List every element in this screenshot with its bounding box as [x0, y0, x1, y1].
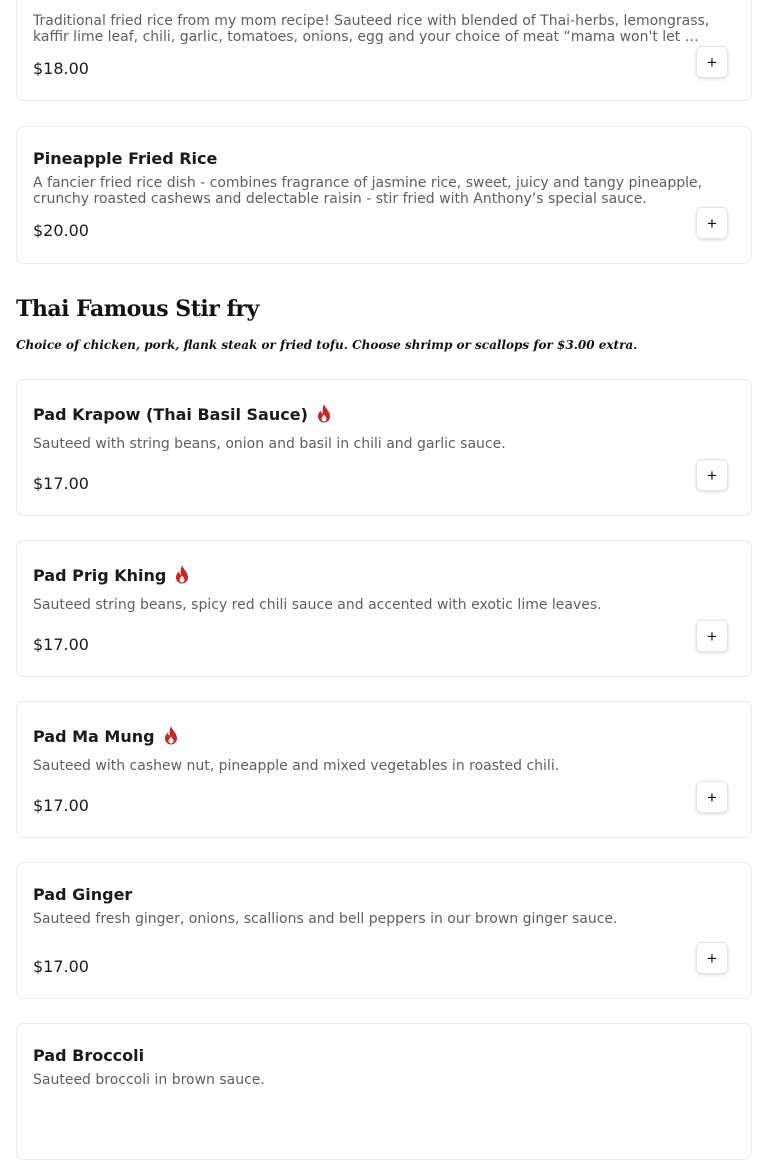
item-name-text: Pad Krapow (Thai Basil Sauce) — [33, 404, 308, 424]
item-name-text: Pineapple Fried Rice — [33, 149, 218, 168]
flame-icon — [163, 726, 179, 746]
item-description: A fancier fried rice dish - combines fra… — [33, 175, 703, 207]
item-name-text: Pad Ginger — [33, 885, 133, 904]
item-price: $18.00 — [33, 59, 89, 78]
item-price: $17.00 — [33, 796, 89, 815]
add-to-cart-button[interactable]: + — [696, 459, 728, 491]
flame-icon — [174, 565, 190, 585]
flame-icon — [316, 404, 332, 424]
plus-icon: + — [707, 52, 717, 72]
item-description: Sauteed with string beans, onion and bas… — [33, 436, 506, 452]
item-price: $17.00 — [33, 474, 89, 493]
add-to-cart-button[interactable]: + — [696, 207, 728, 239]
plus-icon: + — [707, 787, 717, 807]
add-to-cart-button[interactable]: + — [696, 46, 728, 78]
item-price: $17.00 — [33, 635, 89, 654]
menu-item-card[interactable]: Pad Ginger Sauteed fresh ginger, onions,… — [16, 862, 752, 999]
menu-item-card[interactable]: Pad Ma Mung Sauteed with cashew nut, pin… — [16, 701, 752, 838]
item-description: Sauteed with cashew nut, pineapple and m… — [33, 758, 560, 774]
item-price: $20.00 — [33, 221, 89, 240]
plus-icon: + — [707, 948, 717, 968]
plus-icon: + — [707, 626, 717, 646]
item-name: Pad Prig Khing — [33, 565, 190, 585]
section-title: Thai Famous Stir fry — [16, 296, 259, 322]
item-name: Pineapple Fried Rice — [33, 149, 217, 168]
plus-icon: + — [707, 465, 717, 485]
item-price: $17.00 — [33, 957, 89, 976]
item-name: Pad Ginger — [33, 885, 132, 904]
menu-item-card[interactable]: Pad Krapow (Thai Basil Sauce) Sauteed wi… — [16, 379, 752, 516]
item-name: Pad Ma Mung — [33, 726, 179, 746]
item-description: Sauteed string beans, spicy red chili sa… — [33, 597, 602, 613]
item-name-text: Pad Ma Mung — [33, 726, 155, 746]
menu-item-card[interactable]: Pad Prig Khing Sauteed string beans, spi… — [16, 540, 752, 677]
plus-icon: + — [707, 213, 717, 233]
item-name-text: Pad Prig Khing — [33, 565, 167, 585]
item-name-text: Pad Broccoli — [33, 1046, 145, 1065]
add-to-cart-button[interactable]: + — [696, 942, 728, 974]
add-to-cart-button[interactable]: + — [696, 781, 728, 813]
item-description: Sauteed broccoli in brown sauce. — [33, 1072, 265, 1088]
section-subtitle: Choice of chicken, pork, flank steak or … — [16, 338, 638, 352]
item-name: Pad Broccoli — [33, 1046, 144, 1065]
add-to-cart-button[interactable]: + — [696, 620, 728, 652]
menu-item-card[interactable]: Traditional fried rice from my mom recip… — [16, 0, 752, 101]
menu-item-card[interactable]: Pad Broccoli Sauteed broccoli in brown s… — [16, 1023, 752, 1160]
item-description: Sauteed fresh ginger, onions, scallions … — [33, 911, 618, 927]
menu-item-card[interactable]: Pineapple Fried Rice A fancier fried ric… — [16, 126, 752, 264]
item-description: Traditional fried rice from my mom recip… — [33, 13, 710, 45]
item-name: Pad Krapow (Thai Basil Sauce) — [33, 404, 332, 424]
